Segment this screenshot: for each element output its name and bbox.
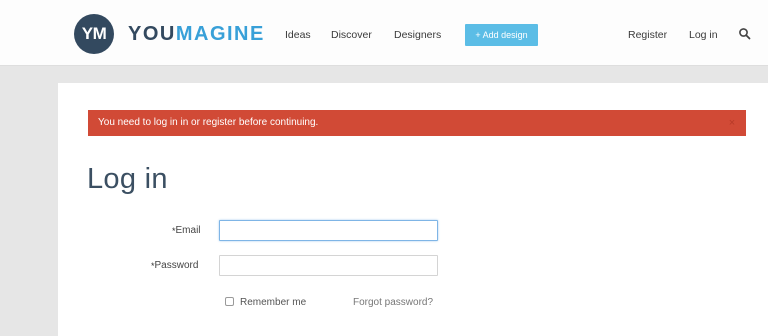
login-link[interactable]: Log in: [689, 29, 718, 41]
nav-item-designers[interactable]: Designers: [394, 29, 441, 41]
top-navbar: YM YOUMAGINE Ideas Discover Designers + …: [0, 0, 768, 66]
alert-message: You need to log in in or register before…: [98, 117, 319, 128]
password-field[interactable]: [219, 255, 438, 276]
logo-wordmark-part1: YOU: [128, 23, 176, 45]
nav-item-discover[interactable]: Discover: [331, 29, 372, 41]
logo-wordmark[interactable]: YOUMAGINE: [128, 22, 265, 46]
add-design-button[interactable]: + Add design: [465, 24, 538, 46]
email-label-text: Email: [175, 225, 201, 236]
nav-item-ideas[interactable]: Ideas: [285, 29, 311, 41]
password-label: *Password: [151, 260, 198, 272]
alert-banner: You need to log in in or register before…: [88, 110, 746, 136]
logo-badge[interactable]: YM: [74, 14, 114, 54]
remember-me-label[interactable]: Remember me: [240, 297, 306, 309]
password-label-text: Password: [154, 260, 199, 271]
email-field[interactable]: [219, 220, 438, 241]
register-link[interactable]: Register: [628, 29, 667, 41]
email-label: *Email: [172, 225, 201, 237]
remember-me-checkbox[interactable]: [225, 297, 234, 306]
page-title: Log in: [87, 163, 168, 195]
alert-close-icon[interactable]: ×: [726, 110, 738, 136]
search-icon[interactable]: [738, 27, 752, 41]
forgot-password-link[interactable]: Forgot password?: [353, 297, 433, 309]
logo-wordmark-part2: MAGINE: [175, 23, 265, 45]
